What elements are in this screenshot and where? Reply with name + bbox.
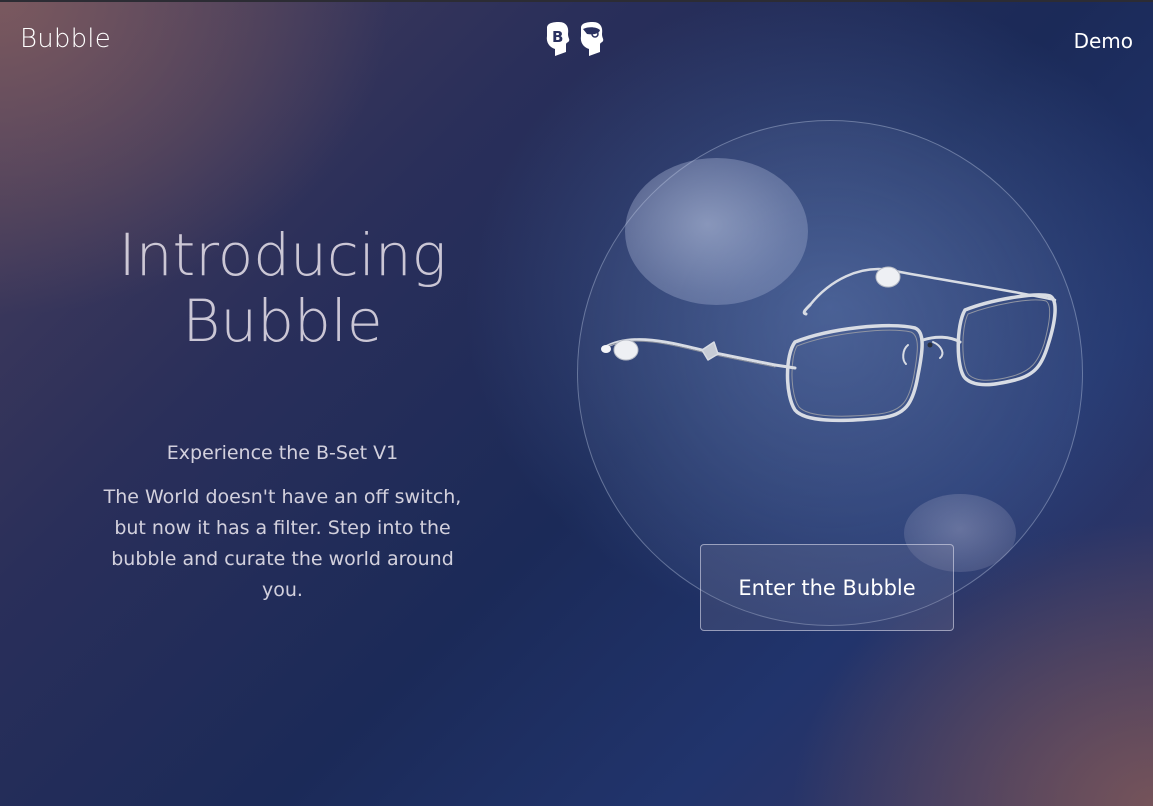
hero-subtitle: Experience the B-Set V1	[166, 442, 399, 464]
eyeglasses-icon	[601, 266, 1057, 423]
svg-text:B: B	[552, 28, 563, 46]
hero-title-line1: Introducing	[118, 221, 447, 289]
enter-bubble-button[interactable]: Enter the Bubble	[700, 544, 954, 631]
bubble-heads-logo-icon[interactable]: B	[543, 22, 611, 60]
window-top-border	[0, 0, 1153, 2]
hero-description: The World doesn't have an off switch, bu…	[103, 486, 462, 601]
nav-demo-link[interactable]: Demo	[1074, 29, 1133, 53]
hero-title: Introducing Bubble	[60, 222, 505, 354]
hero-title-line2: Bubble	[182, 287, 383, 355]
brand-name[interactable]: Bubble	[20, 24, 111, 54]
